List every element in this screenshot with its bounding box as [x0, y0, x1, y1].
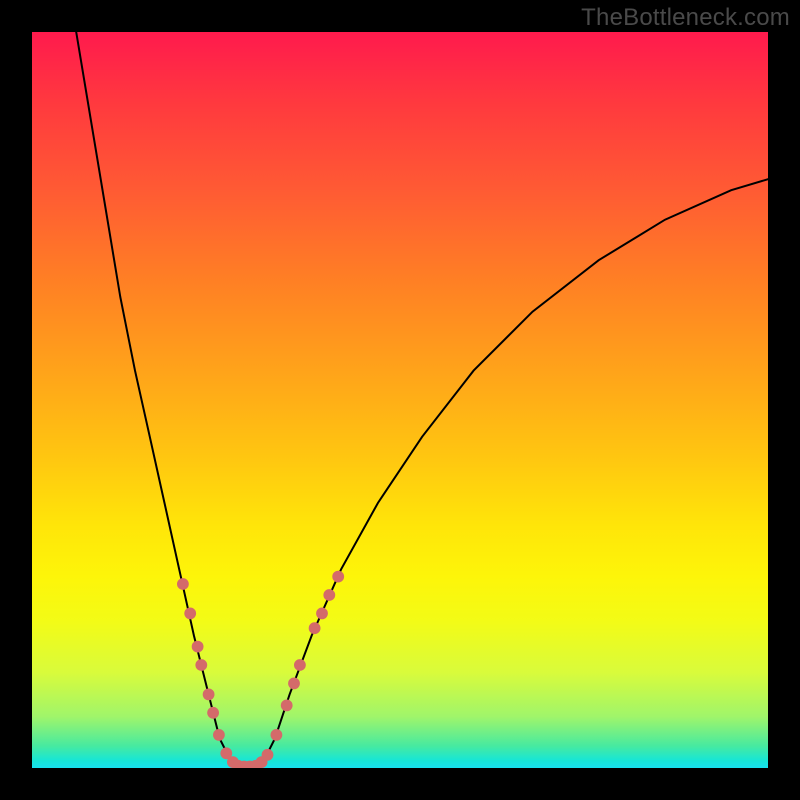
data-dot	[288, 678, 300, 690]
data-dot	[213, 729, 225, 741]
data-dots-group	[177, 571, 344, 768]
data-dot	[332, 571, 344, 583]
data-dot	[184, 608, 196, 620]
data-dot	[309, 622, 321, 634]
chart-frame: TheBottleneck.com	[0, 0, 800, 800]
data-dot	[262, 749, 274, 761]
v-curve	[76, 32, 768, 768]
watermark-text: TheBottleneck.com	[581, 4, 790, 32]
data-dot	[207, 707, 219, 719]
data-dot	[316, 608, 328, 620]
data-dot	[203, 689, 215, 701]
chart-svg	[32, 32, 768, 768]
data-dot	[323, 589, 335, 601]
data-dot	[177, 578, 189, 590]
data-dot	[192, 641, 204, 653]
data-dot	[195, 659, 207, 671]
data-dot	[294, 659, 306, 671]
data-dot	[281, 700, 293, 712]
data-dot	[271, 729, 283, 741]
